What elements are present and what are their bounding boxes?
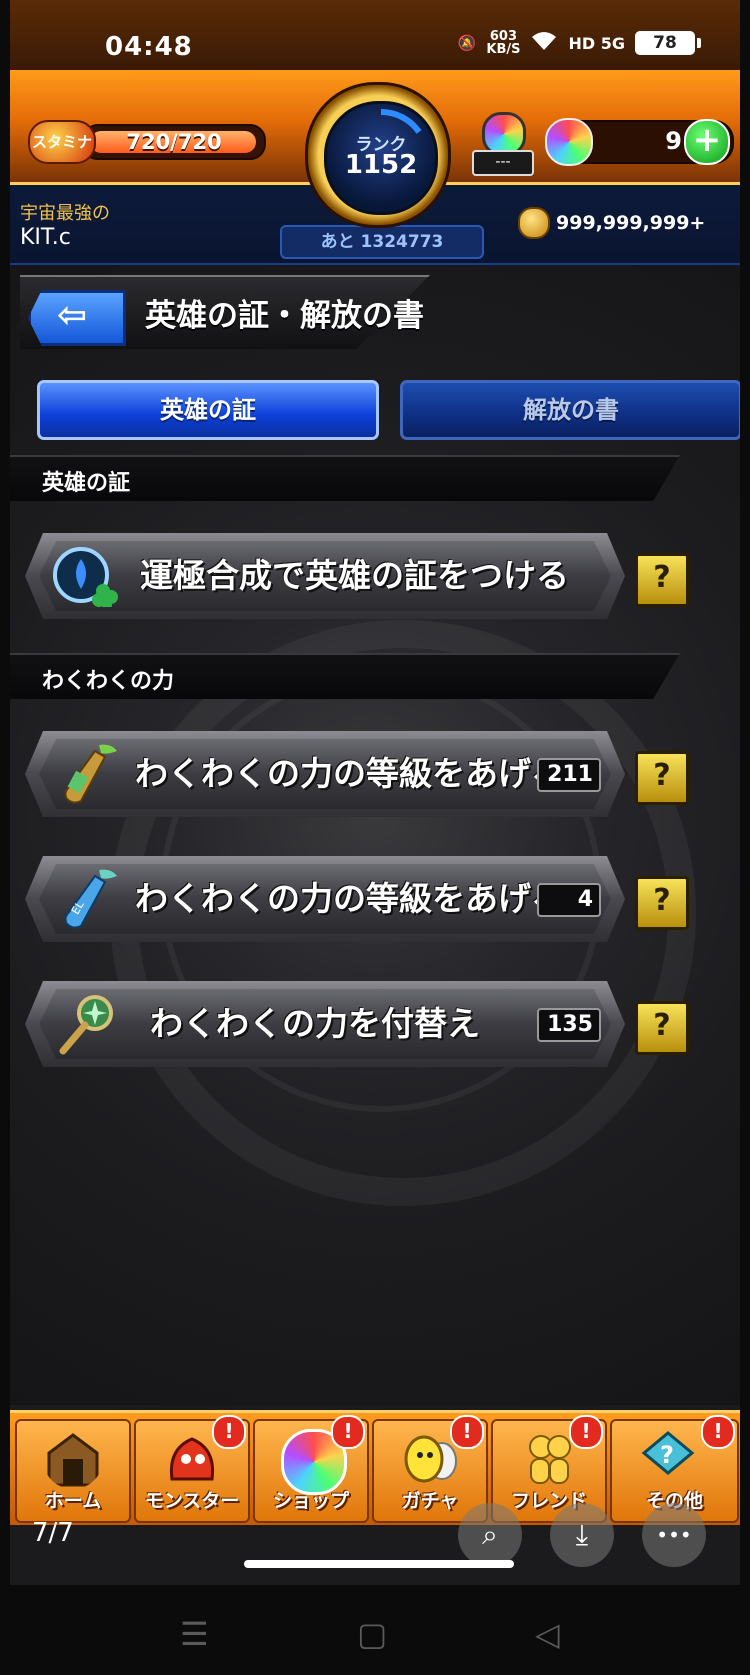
more-button[interactable]: ••• xyxy=(642,1503,706,1567)
nav-label: モンスター xyxy=(144,1490,240,1512)
section-hero-proof: 英雄の証 xyxy=(10,455,680,501)
page-title: 英雄の証・解放の書 xyxy=(145,298,424,334)
wand-icon xyxy=(59,995,113,1055)
gold-counter: 999,999,999+ xyxy=(518,207,705,239)
action-label: わくわくの力の等級をあげる xyxy=(135,879,564,918)
item-count: 211 xyxy=(537,758,601,792)
section-label: 英雄の証 xyxy=(42,471,131,496)
stamina-value: 720/720 xyxy=(126,130,222,154)
help-button-upgrade[interactable]: ? xyxy=(635,751,689,805)
nav-gacha[interactable]: ! ガチャ xyxy=(372,1415,488,1523)
nav-label: ショップ xyxy=(272,1490,349,1512)
orb-counter: 9 + xyxy=(545,118,734,166)
blue-el-bottle-icon: EL xyxy=(64,869,117,929)
rank-value: 1152 xyxy=(344,150,418,180)
nav-shop[interactable]: ! ショップ xyxy=(253,1415,369,1523)
download-button[interactable]: ⤓ xyxy=(550,1503,614,1567)
item-count: 4 xyxy=(537,883,601,917)
home-gate-icon xyxy=(47,1433,99,1487)
attach-hero-proof-button[interactable]: 運極合成で英雄の証をつける xyxy=(25,533,625,619)
action-label: 運極合成で英雄の証をつける xyxy=(140,556,569,595)
hero-badge-icon xyxy=(53,547,118,607)
back-arrow-icon: ⇦ xyxy=(57,295,88,336)
coin-icon xyxy=(518,207,550,239)
mute-bell-icon: 🔕 xyxy=(457,34,477,52)
system-nav-bar: ☰ ▢ ◁ xyxy=(0,1585,750,1675)
page-indicator: 7/7 xyxy=(32,1518,74,1548)
page-header: ⇦ 英雄の証・解放の書 xyxy=(20,270,450,350)
next-rank-exp: あと 1324773 xyxy=(280,225,484,259)
recent-apps-button[interactable]: ☰ xyxy=(180,1615,209,1653)
alert-badge: ! xyxy=(450,1415,484,1449)
orb-count: 9 xyxy=(665,127,682,155)
lens-search-button[interactable]: ⌕ xyxy=(458,1503,522,1567)
gold-value: 999,999,999+ xyxy=(556,212,706,234)
battery-icon: 78 xyxy=(635,31,701,55)
egg-plate: --- xyxy=(472,150,534,176)
upgrade-wakuwaku-el-button[interactable]: EL わくわくの力の等級をあげる 4 xyxy=(25,856,625,942)
back-nav-button[interactable]: ◁ xyxy=(535,1615,560,1653)
game-screen: 04:48 🔕 603 KB/S HD 5G 78 720/720 スタミナ -… xyxy=(10,0,740,1585)
upgrade-wakuwaku-button[interactable]: わくわくの力の等級をあげる 211 xyxy=(25,731,625,817)
tab-release-book[interactable]: 解放の書 xyxy=(400,380,740,440)
status-icons: 🔕 603 KB/S HD 5G 78 xyxy=(457,29,701,57)
tab-hero-proof[interactable]: 英雄の証 xyxy=(37,380,379,440)
egg-counter-icon[interactable]: --- xyxy=(472,110,534,176)
help-button-hero-proof[interactable]: ? xyxy=(635,553,689,607)
nav-monster[interactable]: ! モンスター xyxy=(134,1415,250,1523)
action-label: わくわくの力を付替え xyxy=(150,1004,480,1043)
replace-wakuwaku-button[interactable]: わくわくの力を付替え 135 xyxy=(25,981,625,1067)
network-type: HD 5G xyxy=(568,33,625,53)
section-label: わくわくの力 xyxy=(42,669,175,694)
tab-bar: 英雄の証 解放の書 xyxy=(25,380,740,440)
help-button-upgrade-el[interactable]: ? xyxy=(635,876,689,930)
rank-badge[interactable]: ランク 1152 xyxy=(305,82,451,228)
action-label: わくわくの力の等級をあげる xyxy=(135,754,564,793)
other-icon: ? xyxy=(641,1431,695,1475)
back-button[interactable]: ⇦ xyxy=(28,290,126,346)
player-title: 宇宙最強の xyxy=(20,203,110,224)
home-button[interactable]: ▢ xyxy=(357,1615,387,1653)
clock: 04:48 xyxy=(105,32,193,62)
alert-badge: ! xyxy=(569,1415,603,1449)
alert-badge: ! xyxy=(212,1415,246,1449)
nav-label: ホーム xyxy=(44,1490,102,1512)
green-bottle-icon xyxy=(64,744,117,804)
buy-orb-button[interactable]: + xyxy=(684,119,730,165)
status-bar: 04:48 🔕 603 KB/S HD 5G 78 xyxy=(10,0,740,70)
help-button-replace[interactable]: ? xyxy=(635,1001,689,1055)
rank-inner: ランク 1152 xyxy=(324,101,438,215)
bottom-nav: ホーム ! モンスター ! ショップ ! ガチャ ! フレンド ? ! その他 xyxy=(10,1410,740,1525)
network-speed: 603 KB/S xyxy=(486,29,521,57)
nav-home[interactable]: ホーム xyxy=(15,1419,131,1523)
home-indicator[interactable] xyxy=(244,1560,514,1568)
wifi-icon xyxy=(530,30,558,56)
orb-icon xyxy=(545,118,593,166)
stamina-icon: スタミナ xyxy=(28,120,96,164)
player-name: KIT.c xyxy=(20,225,71,250)
stamina-bar: 720/720 xyxy=(82,124,266,160)
item-count: 135 xyxy=(537,1008,601,1042)
alert-badge: ! xyxy=(701,1415,735,1449)
alert-badge: ! xyxy=(331,1415,365,1449)
svg-text:?: ? xyxy=(660,1441,674,1469)
section-wakuwaku: わくわくの力 xyxy=(10,653,680,699)
